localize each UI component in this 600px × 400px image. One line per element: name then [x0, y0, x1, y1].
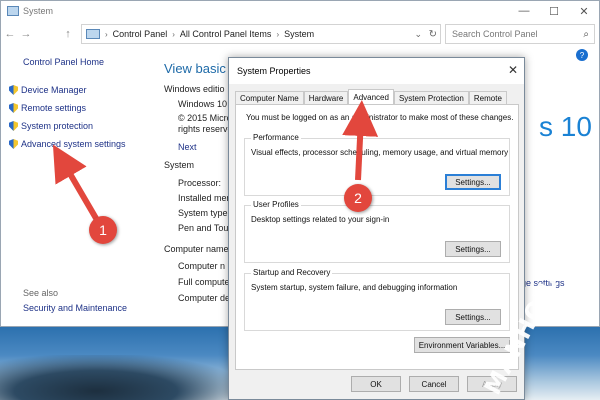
back-arrow-icon[interactable]: ←	[3, 28, 17, 40]
shield-icon	[9, 85, 18, 95]
performance-group: Performance Visual effects, processor sc…	[244, 133, 510, 196]
dialog-close-button[interactable]: ✕	[508, 63, 518, 77]
close-window-button[interactable]: ✕	[569, 1, 599, 21]
see-also-label: See also	[23, 288, 59, 298]
chevron-right-icon: ›	[276, 29, 280, 39]
search-input[interactable]: Search Control Panel ⌕	[445, 24, 595, 44]
startup-recovery-group: Startup and Recovery System startup, sys…	[244, 268, 510, 331]
user-profiles-group: User Profiles Desktop settings related t…	[244, 200, 510, 263]
up-arrow-icon[interactable]: ↑	[61, 28, 75, 40]
security-maintenance-link[interactable]: Security and Maintenance	[23, 303, 127, 313]
sidebar-item-label: Advanced system settings	[21, 139, 126, 149]
sidebar-item-label: Device Manager	[21, 85, 87, 95]
ok-button[interactable]: OK	[351, 376, 401, 392]
address-bar[interactable]: › Control Panel › All Control Panel Item…	[81, 24, 441, 44]
step-2-badge: 2	[344, 184, 372, 212]
group-description: Visual effects, processor scheduling, me…	[251, 148, 509, 157]
minimize-button[interactable]: —	[509, 1, 539, 21]
tab-advanced[interactable]: Advanced	[348, 89, 394, 105]
forward-arrow-icon[interactable]: →	[19, 28, 33, 40]
breadcrumb-all-items[interactable]: All Control Panel Items	[180, 29, 272, 39]
group-label: Startup and Recovery	[251, 268, 333, 277]
dialog-tabs: Computer Name Hardware Advanced System P…	[235, 89, 507, 105]
shield-icon	[9, 103, 18, 113]
dialog-title: System Properties	[229, 58, 524, 84]
maximize-button[interactable]: ☐	[539, 1, 569, 21]
admin-note: You must be logged on as an administrato…	[246, 113, 514, 122]
tab-hardware[interactable]: Hardware	[303, 91, 349, 105]
windows-10-logo-text: s 10	[539, 111, 592, 142]
breadcrumb-system[interactable]: System	[284, 29, 314, 39]
chevron-right-icon: ›	[172, 29, 175, 39]
search-icon: ⌕	[583, 28, 589, 40]
wallpaper-shadow	[0, 355, 240, 400]
performance-settings-button[interactable]: Settings...	[445, 174, 501, 190]
sidebar-item-device-manager[interactable]: Device Manager	[9, 81, 163, 99]
cancel-button[interactable]: Cancel	[409, 376, 459, 392]
sidebar-item-label: Remote settings	[21, 103, 87, 113]
sidebar-item-advanced-system-settings[interactable]: Advanced system settings	[9, 135, 163, 153]
step-1-badge: 1	[89, 216, 117, 244]
refresh-icon[interactable]: ↻	[429, 29, 437, 40]
group-label: User Profiles	[251, 200, 301, 209]
shield-icon	[9, 121, 18, 131]
sidebar-item-label: System protection	[21, 121, 94, 131]
startup-recovery-settings-button[interactable]: Settings...	[445, 309, 501, 325]
window-title: System	[23, 6, 54, 16]
sidebar-item-remote-settings[interactable]: Remote settings	[9, 99, 163, 117]
address-row: ← → ↑ › Control Panel › All Control Pane…	[1, 23, 600, 45]
control-panel-icon	[86, 29, 100, 39]
group-description: Desktop settings related to your sign-in	[251, 215, 390, 224]
group-label: Performance	[251, 133, 301, 142]
sidebar-item-system-protection[interactable]: System protection	[9, 117, 163, 135]
tab-system-protection[interactable]: System Protection	[393, 91, 469, 105]
tab-remote[interactable]: Remote	[468, 91, 507, 105]
left-pane: Control Panel Home Device Manager Remote…	[9, 57, 163, 153]
search-placeholder: Search Control Panel	[452, 29, 538, 39]
shield-icon	[9, 139, 18, 149]
window-controls: — ☐ ✕	[509, 1, 599, 21]
user-profiles-settings-button[interactable]: Settings...	[445, 241, 501, 257]
control-panel-home-link[interactable]: Control Panel Home	[23, 57, 163, 67]
help-icon[interactable]: ?	[576, 49, 588, 61]
chevron-right-icon: ›	[105, 29, 108, 39]
system-properties-dialog: System Properties ✕ Computer Name Hardwa…	[228, 57, 525, 400]
system-window-icon	[7, 6, 19, 16]
chevron-down-icon[interactable]: ⌄	[414, 29, 422, 40]
breadcrumb-control-panel[interactable]: Control Panel	[113, 29, 168, 39]
environment-variables-button[interactable]: Environment Variables...	[414, 337, 510, 353]
advanced-tab-pane: You must be logged on as an administrato…	[235, 104, 519, 370]
tab-computer-name[interactable]: Computer Name	[235, 91, 304, 105]
group-description: System startup, system failure, and debu…	[251, 283, 458, 292]
